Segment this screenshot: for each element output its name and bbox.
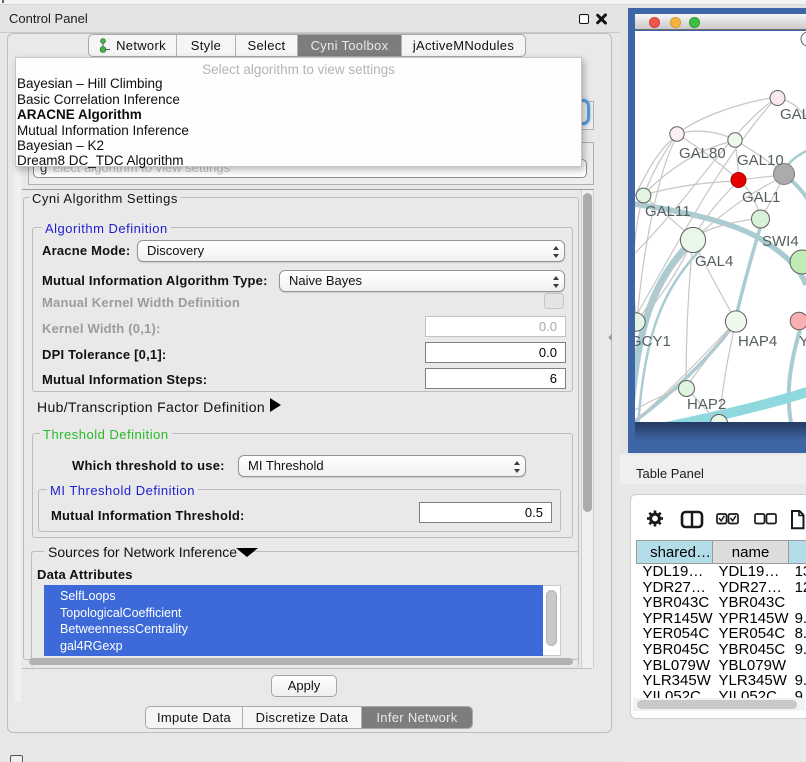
svg-text:GAL11: GAL11 <box>645 203 691 220</box>
svg-text:GCY1: GCY1 <box>635 333 671 350</box>
svg-text:GAL80: GAL80 <box>679 145 726 162</box>
svg-text:Y: Y <box>799 333 806 350</box>
svg-text:GAL4: GAL4 <box>695 253 733 270</box>
svg-text:HAP4: HAP4 <box>738 333 777 350</box>
svg-text:SWI4: SWI4 <box>762 233 799 250</box>
svg-text:GAL: GAL <box>780 106 806 123</box>
svg-text:GAL10: GAL10 <box>737 152 784 169</box>
svg-text:GAL1: GAL1 <box>742 189 780 206</box>
svg-text:HAP2: HAP2 <box>687 396 726 413</box>
